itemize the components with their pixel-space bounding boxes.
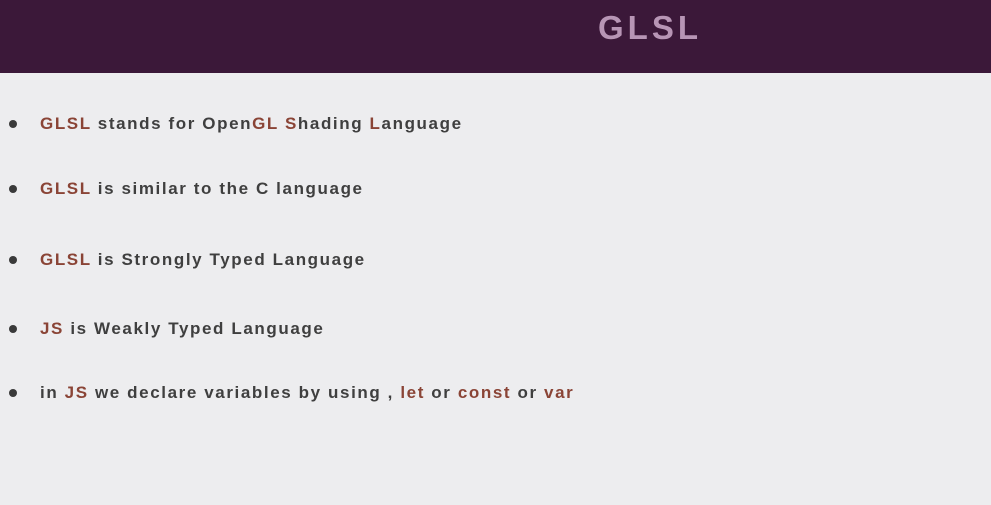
highlighted-term: L [369, 114, 382, 133]
bullet-text-segment: in [40, 383, 65, 402]
bullet-dot-icon [9, 389, 17, 397]
bullet-dot-icon [9, 185, 17, 193]
bullet-text-segment: is Strongly Typed Language [91, 250, 366, 269]
highlighted-term: var [544, 383, 575, 402]
highlighted-term: let [400, 383, 425, 402]
bullet-dot-icon [9, 325, 17, 333]
highlighted-term: GLSL [40, 250, 92, 269]
bullet-item: in JS we declare variables by using , le… [0, 381, 900, 405]
bullet-item: JS is Weakly Typed Language [0, 317, 900, 341]
bullet-text: in JS we declare variables by using , le… [40, 381, 574, 405]
bullet-item: GLSL stands for OpenGL Shading Language [0, 112, 900, 136]
bullet-item: GLSL is Strongly Typed Language [0, 248, 900, 272]
bullet-text: GLSL is Strongly Typed Language [40, 248, 366, 272]
bullet-text-segment: is similar to the C language [91, 179, 364, 198]
bullet-text-segment: is Weakly Typed Language [64, 319, 325, 338]
highlighted-term: S [284, 114, 298, 133]
bullet-text-segment: stands for Open [91, 114, 253, 133]
highlighted-term: JS [40, 319, 64, 338]
bullet-list: GLSL stands for OpenGL Shading Language G… [0, 0, 991, 505]
bullet-text: GLSL stands for OpenGL Shading Language [40, 112, 463, 136]
bullet-text-segment: we declare variables by using , [88, 383, 401, 402]
bullet-text: GLSL is similar to the C language [40, 177, 364, 201]
highlighted-term: GLSL [40, 179, 92, 198]
bullet-text-segment: or [424, 383, 458, 402]
highlighted-term: GLSL [40, 114, 92, 133]
bullet-text-segment: anguage [381, 114, 463, 133]
bullet-text-segment: hading [297, 114, 370, 133]
highlighted-term: const [457, 383, 512, 402]
bullet-dot-icon [9, 256, 17, 264]
bullet-text: JS is Weakly Typed Language [40, 317, 324, 341]
highlighted-term: JS [64, 383, 89, 402]
slide: GLSL GLSL stands for OpenGL Shading Lang… [0, 0, 991, 505]
bullet-item: GLSL is similar to the C language [0, 177, 900, 201]
bullet-text-segment: or [511, 383, 545, 402]
highlighted-term: GL [252, 114, 279, 133]
bullet-dot-icon [9, 120, 17, 128]
